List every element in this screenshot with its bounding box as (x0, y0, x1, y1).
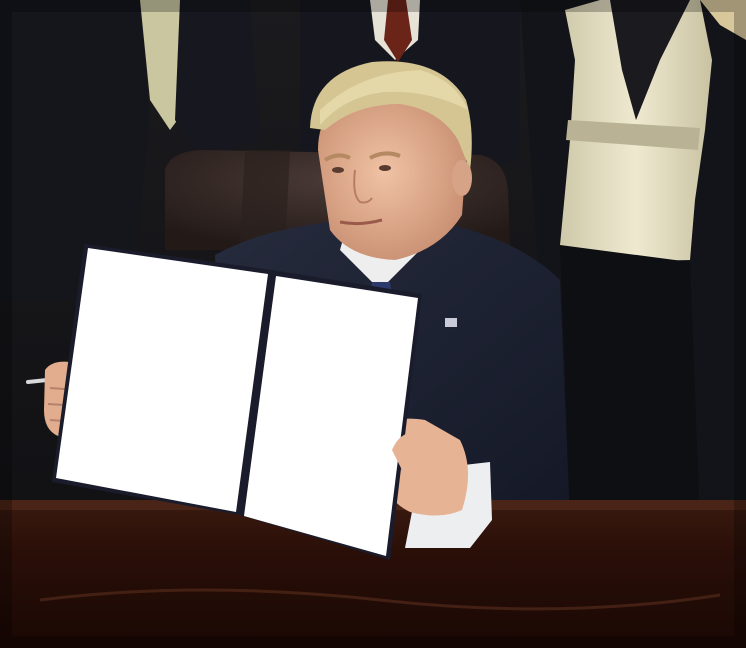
man-head (310, 61, 472, 260)
photo-scene (0, 0, 746, 648)
blank-page-left (56, 248, 268, 512)
photo-illustration (0, 0, 746, 648)
flag-pin-icon (445, 318, 457, 327)
